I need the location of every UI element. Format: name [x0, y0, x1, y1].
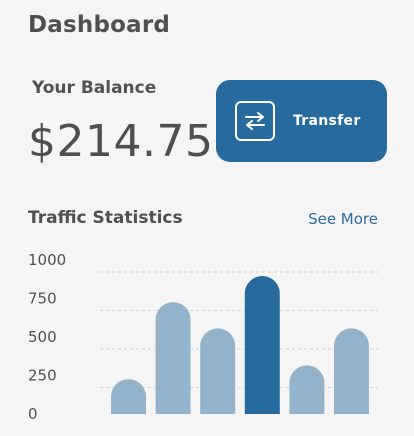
transfer-button[interactable]: Transfer [216, 80, 387, 162]
page-title: Dashboard [28, 12, 171, 38]
chart-bar[interactable] [289, 365, 325, 414]
see-more-link[interactable]: See More [308, 210, 378, 228]
chart-bar[interactable] [111, 379, 146, 414]
chart-bar[interactable] [200, 328, 236, 414]
y-tick-label: 750 [28, 290, 57, 308]
y-tick-label: 250 [28, 367, 57, 385]
traffic-statistics-title: Traffic Statistics [28, 208, 183, 228]
y-tick-label: 0 [28, 405, 38, 423]
y-tick-label: 500 [28, 328, 57, 346]
transfer-button-label: Transfer [293, 113, 361, 129]
chart-bar[interactable] [244, 276, 280, 414]
chart-bar[interactable] [155, 302, 191, 414]
chart-bar[interactable] [334, 328, 369, 414]
traffic-chart: 0 250 500 750 1000 [28, 251, 378, 423]
y-tick-label: 1000 [28, 251, 66, 269]
balance-value: $214.75 [28, 116, 214, 167]
transfer-arrows-icon [235, 101, 275, 141]
balance-label: Your Balance [32, 78, 157, 98]
